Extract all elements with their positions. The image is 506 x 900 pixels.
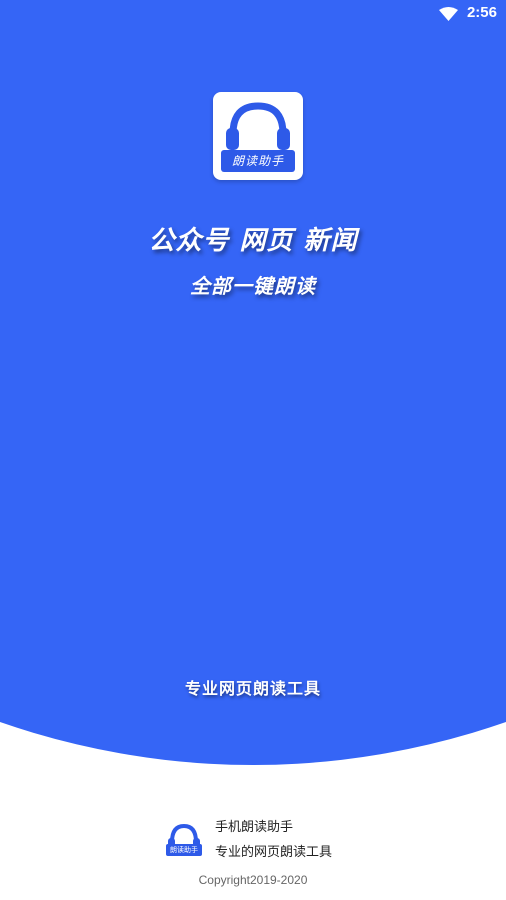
splash-headline: 公众号 网页 新闻 — [148, 226, 358, 256]
footer-logo: 朗读助手 — [163, 820, 205, 856]
wifi-icon — [439, 7, 458, 21]
footer-description: 专业的网页朗读工具 — [215, 845, 333, 860]
footer-app-name: 手机朗读助手 — [215, 820, 294, 835]
copyright-text: Copyright2019-2020 — [198, 873, 308, 887]
logo-label: 朗读助手 — [221, 150, 295, 172]
status-time: 2:56 — [466, 4, 497, 21]
splash-tagline: 专业网页朗读工具 — [184, 679, 321, 698]
app-logo: 朗读助手 — [213, 92, 303, 180]
splash-screen: 2:56 朗读助手 公众号 网页 新闻 全部一键朗读 专业网页朗读工具 朗读助手… — [0, 0, 506, 900]
footer-brand: 朗读助手 手机朗读助手 专业的网页朗读工具 — [163, 814, 363, 864]
footer-logo-label: 朗读助手 — [166, 844, 202, 856]
status-bar: 2:56 — [0, 0, 506, 28]
splash-subheadline: 全部一键朗读 — [190, 274, 316, 298]
